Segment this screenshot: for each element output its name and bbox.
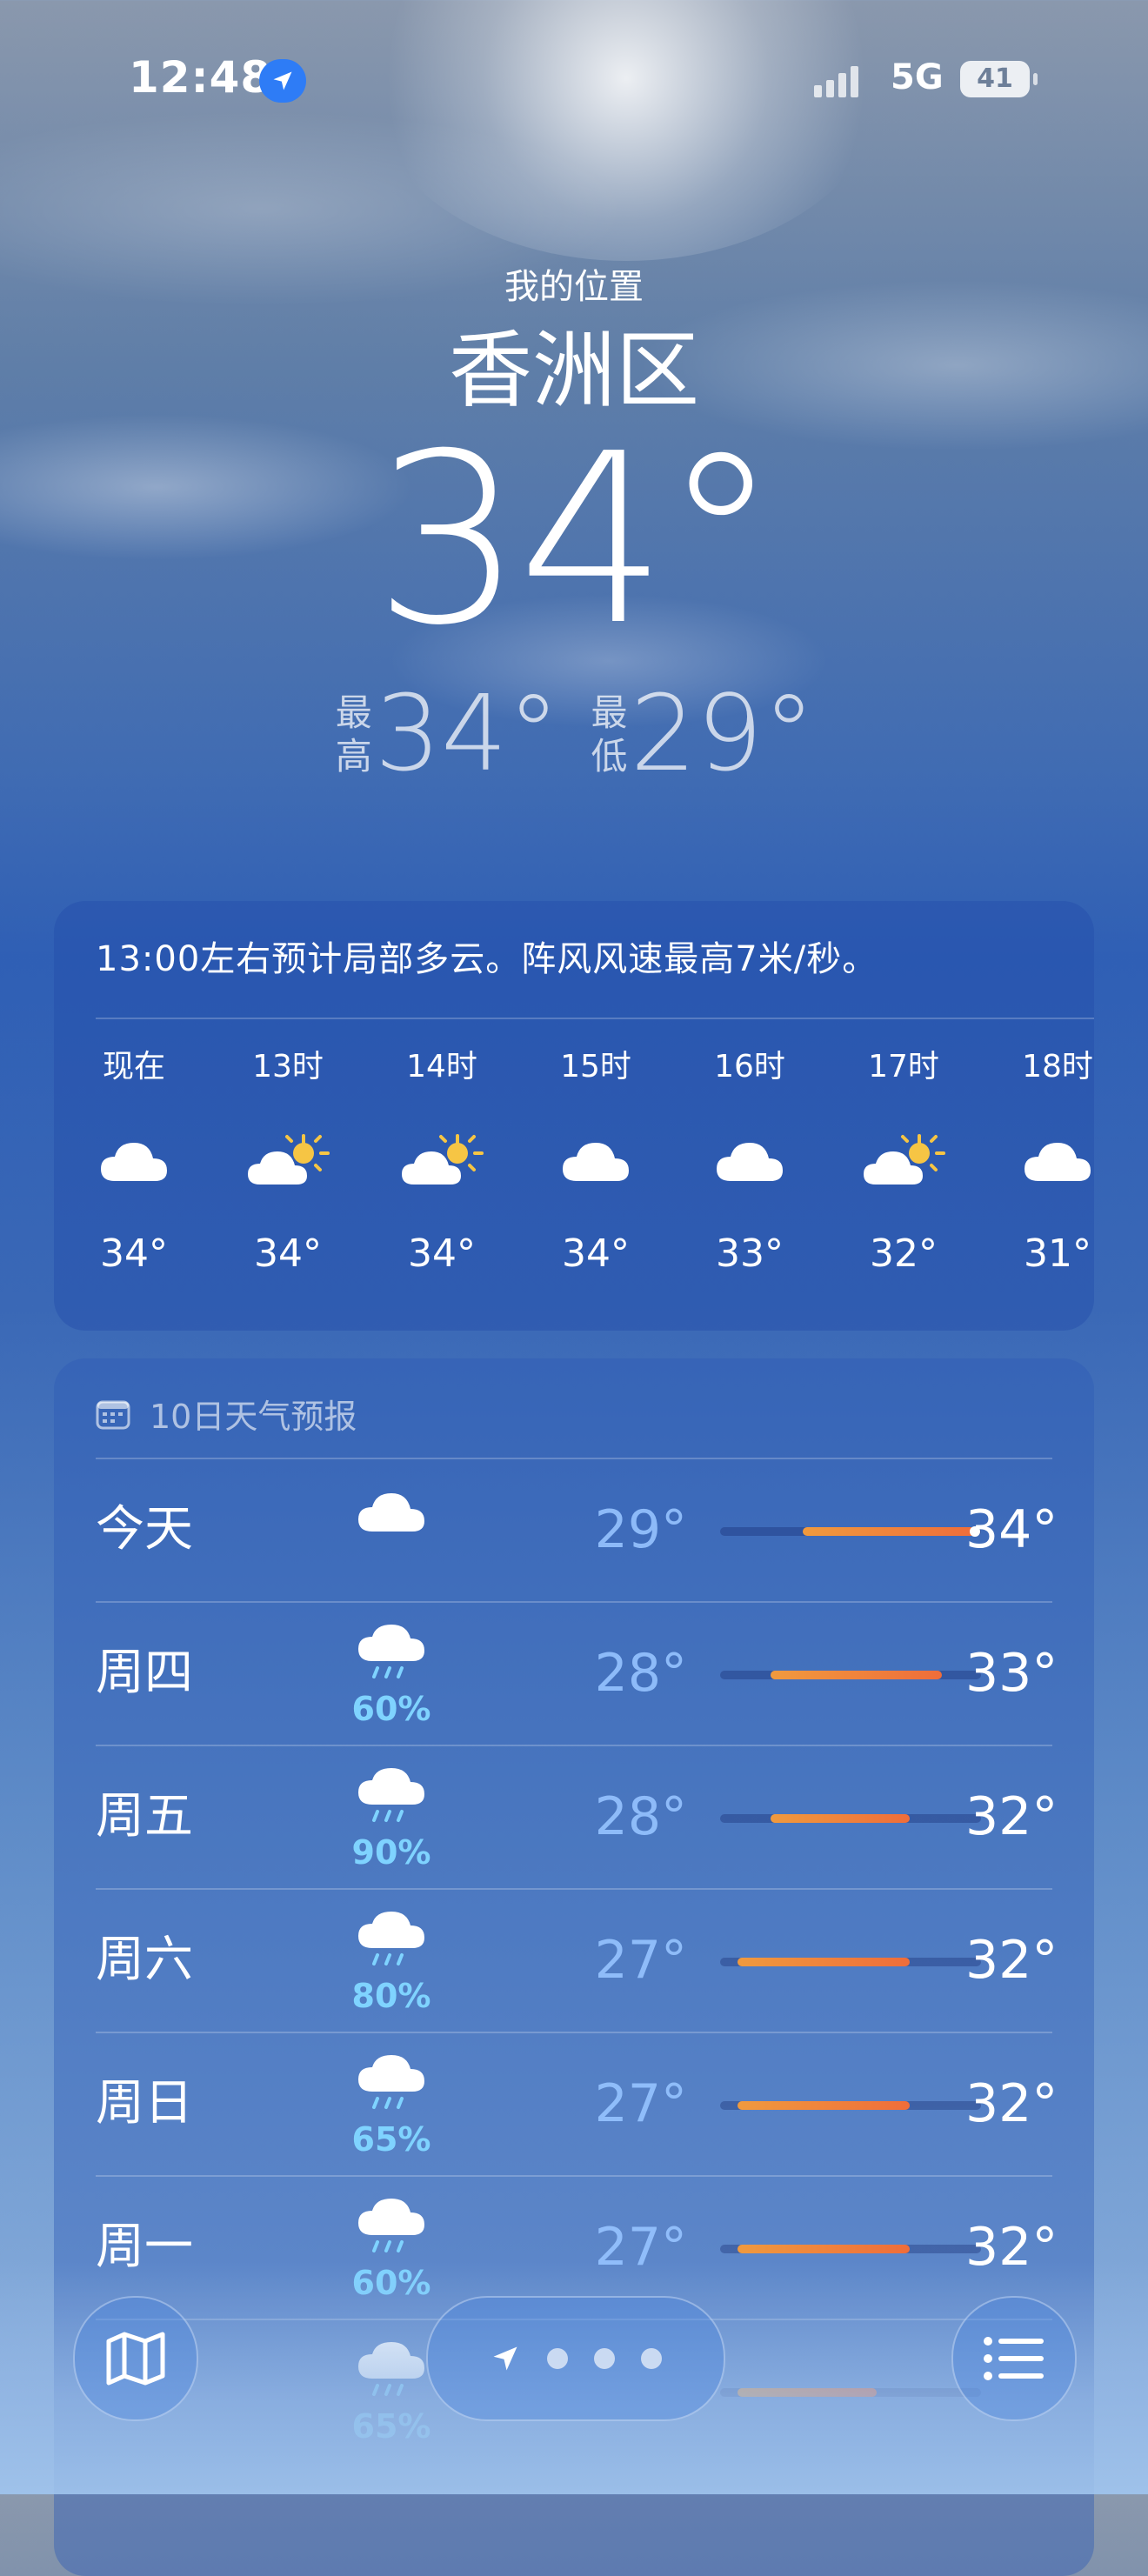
status-time: 12:48	[129, 52, 272, 103]
current-temperature: 34°	[373, 403, 780, 677]
cloud-icon	[680, 1122, 819, 1200]
day-row[interactable]: 周五 90% 28° 32°	[96, 1745, 1058, 1889]
battery-icon: 41	[960, 61, 1038, 97]
temp-range-track	[720, 1526, 981, 1537]
page-dot[interactable]	[641, 2348, 662, 2369]
hour-temp: 34°	[100, 1231, 168, 1276]
day-low-temp: 27°	[594, 1930, 687, 1991]
partly-sunny-icon	[372, 1122, 511, 1200]
high-label: 最高	[335, 691, 372, 777]
cloud-icon	[348, 1477, 435, 1546]
city-list-button[interactable]	[951, 2296, 1077, 2421]
day-name: 周五	[96, 1788, 193, 1845]
hour-temp: 32°	[870, 1231, 938, 1276]
temp-range-track	[720, 1958, 981, 1966]
partly-sunny-icon	[218, 1122, 357, 1200]
hour-temp: 34°	[254, 1231, 322, 1276]
day-low-temp: 28°	[594, 1643, 687, 1704]
day-low-temp: 29°	[594, 1499, 687, 1560]
map-icon	[106, 2332, 165, 2386]
cellular-signal-icon	[814, 66, 863, 97]
page-dot[interactable]	[547, 2348, 568, 2369]
ten-day-header: 10日天气预报	[96, 1390, 357, 1438]
hour-label: 18时	[1022, 1049, 1093, 1084]
day-name: 周六	[96, 1932, 193, 1988]
hourly-item: 17时 32°	[834, 1047, 973, 1278]
hour-temp: 34°	[408, 1231, 476, 1276]
cloud-icon	[988, 1122, 1127, 1200]
day-high-temp: 32°	[965, 1930, 1058, 1991]
divider	[96, 1018, 1094, 1019]
hourly-item: 现在 34°	[64, 1047, 204, 1278]
hour-temp: 34°	[562, 1231, 630, 1276]
rain-icon	[348, 2194, 435, 2264]
hour-label: 17时	[868, 1049, 939, 1084]
hourly-item: 16时 33°	[680, 1047, 819, 1278]
day-row[interactable]: 周日 65% 27° 32°	[96, 2032, 1058, 2176]
rain-icon	[348, 1764, 435, 1833]
temp-range-bar	[738, 1958, 910, 1966]
hour-temp: 33°	[716, 1231, 784, 1276]
day-high-temp: 33°	[965, 1643, 1058, 1704]
day-high-temp: 34°	[965, 1499, 1058, 1560]
low-temp: 29°	[630, 674, 816, 795]
hour-label: 16时	[714, 1049, 785, 1084]
temp-range-bar	[770, 1814, 910, 1823]
hourly-forecast-card[interactable]: 13:00左右预计局部多云。阵风风速最高7米/秒。 现在 34° 13时 34° 14时…	[54, 901, 1094, 1331]
page-dot[interactable]	[594, 2348, 615, 2369]
list-icon	[984, 2337, 1044, 2380]
map-button[interactable]	[73, 2296, 198, 2421]
temp-range-track	[720, 2245, 981, 2253]
temp-range-track	[720, 2101, 981, 2110]
hour-label: 现在	[102, 1049, 165, 1084]
location-header: 我的位置 香洲区 34°	[0, 261, 1148, 657]
day-high-temp: 32°	[965, 1786, 1058, 1847]
precip-chance: 80%	[351, 1977, 431, 2015]
forecast-summary: 13:00左右预计局部多云。阵风风速最高7米/秒。	[96, 939, 878, 979]
calendar-icon	[96, 1400, 130, 1429]
day-name: 今天	[96, 1501, 193, 1558]
temp-range-bar	[738, 2245, 910, 2253]
page-indicator[interactable]	[426, 2296, 725, 2421]
hour-label: 14时	[406, 1049, 477, 1084]
hour-label: 13时	[252, 1049, 324, 1084]
day-name: 周四	[96, 1645, 193, 1701]
rain-icon	[348, 2051, 435, 2120]
temp-range-track	[720, 1671, 981, 1679]
hourly-item: 18时 31°	[988, 1047, 1127, 1278]
hourly-item: 13时 34°	[218, 1047, 357, 1278]
precip-chance: 60%	[351, 1690, 431, 1728]
status-bar: 12:48 5G 41	[0, 52, 1148, 122]
day-row[interactable]: 周六 80% 27° 32°	[96, 1888, 1058, 2032]
cloud-icon	[526, 1122, 665, 1200]
network-type: 5G	[891, 57, 944, 97]
hour-label: 15时	[560, 1049, 631, 1084]
rain-icon	[348, 1907, 435, 1977]
day-low-temp: 27°	[594, 2073, 687, 2134]
day-name: 周日	[96, 2075, 193, 2132]
day-row[interactable]: 周四 60% 28° 33°	[96, 1601, 1058, 1745]
day-low-temp: 28°	[594, 1786, 687, 1847]
high-temp: 34°	[374, 674, 560, 795]
partly-sunny-icon	[834, 1122, 973, 1200]
hour-temp: 31°	[1024, 1231, 1091, 1276]
cloud-icon	[64, 1122, 204, 1200]
precip-chance: 65%	[351, 2120, 431, 2159]
hourly-item: 14时 34°	[372, 1047, 511, 1278]
day-row[interactable]: 今天 29° 34°	[96, 1458, 1058, 1602]
high-low-temperatures: 最高34° 最低29°	[0, 678, 1148, 791]
temp-range-bar	[770, 1671, 942, 1679]
hourly-item: 15时 34°	[526, 1047, 665, 1278]
location-arrow-icon	[493, 2346, 517, 2371]
day-high-temp: 32°	[965, 2073, 1058, 2134]
location-services-icon	[259, 59, 306, 103]
rain-icon	[348, 1620, 435, 1690]
temp-range-bar	[738, 2101, 910, 2110]
temp-range-bar	[803, 1527, 975, 1536]
low-label: 最低	[591, 691, 628, 777]
precip-chance: 90%	[351, 1833, 431, 1872]
ten-day-title: 10日天气预报	[150, 1398, 357, 1436]
temp-range-track	[720, 1814, 981, 1823]
my-location-label: 我的位置	[504, 267, 644, 307]
